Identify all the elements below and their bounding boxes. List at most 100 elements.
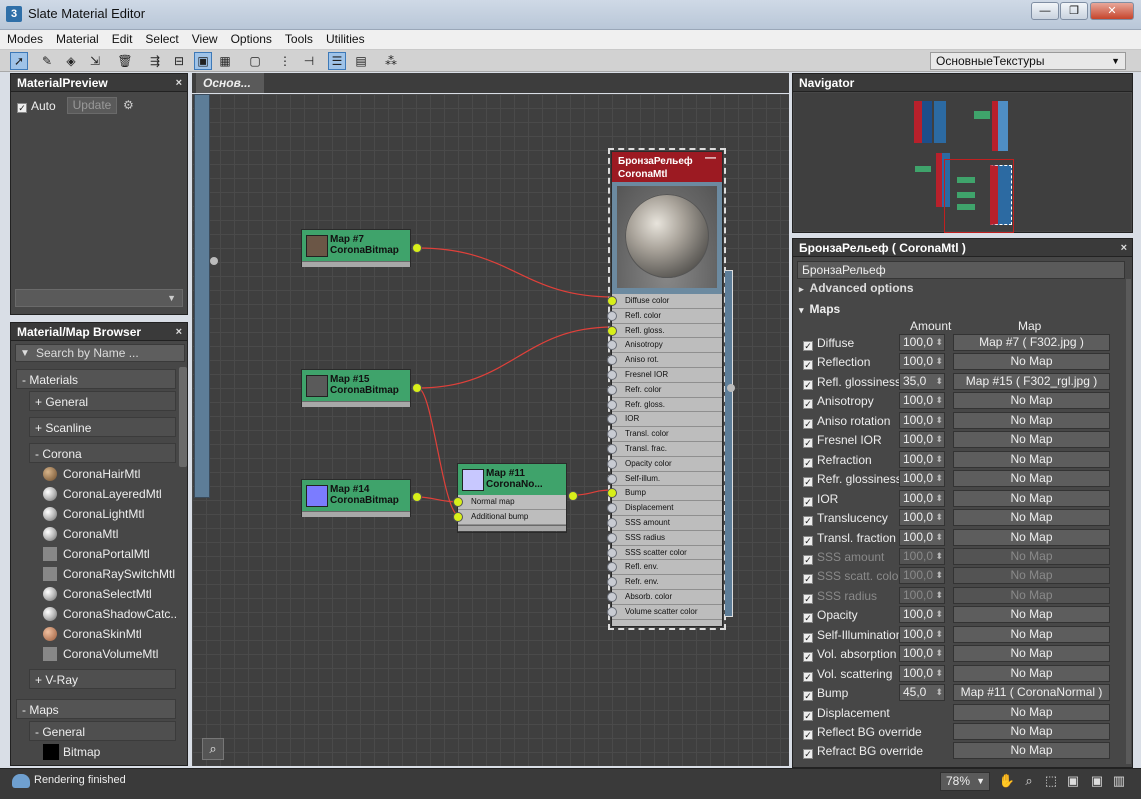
menu-material[interactable]: Material bbox=[49, 30, 105, 46]
enable-checkbox[interactable]: ✓ bbox=[803, 379, 813, 390]
map-button[interactable]: No Map bbox=[953, 664, 1110, 682]
map-button[interactable]: No Map bbox=[953, 567, 1110, 585]
list-item[interactable]: Bitmap bbox=[39, 742, 177, 762]
input-port[interactable] bbox=[607, 577, 617, 588]
enable-checkbox[interactable]: ✓ bbox=[803, 399, 813, 410]
view-dropdown[interactable]: ОсновныеТекстуры ▼ bbox=[930, 52, 1126, 70]
enable-checkbox[interactable]: ✓ bbox=[803, 691, 813, 702]
amount-spinner[interactable]: 100,0 bbox=[899, 547, 945, 565]
vray-group[interactable]: + V-Ray bbox=[29, 669, 176, 689]
output-socket[interactable] bbox=[727, 384, 735, 392]
amount-spinner[interactable]: 45,0 bbox=[899, 684, 945, 702]
map-button[interactable]: No Map bbox=[953, 392, 1110, 410]
material-map-browser-icon[interactable]: ☰ bbox=[328, 52, 346, 70]
material-slot[interactable]: SSS radius bbox=[607, 530, 722, 546]
minimize-icon[interactable]: — bbox=[705, 152, 716, 165]
map-button[interactable]: No Map bbox=[953, 411, 1110, 429]
list-item[interactable]: CoronaPortalMtl bbox=[39, 544, 177, 564]
enable-checkbox[interactable]: ✓ bbox=[803, 632, 813, 643]
enable-checkbox[interactable]: ✓ bbox=[803, 496, 813, 507]
material-slot[interactable]: Self-illum. bbox=[607, 471, 722, 487]
material-slot[interactable]: Anisotropy bbox=[607, 338, 722, 354]
input-port[interactable] bbox=[607, 517, 617, 528]
list-item[interactable]: CoronaMtl bbox=[39, 524, 177, 544]
output-port[interactable] bbox=[412, 383, 422, 393]
amount-spinner[interactable]: 100,0 bbox=[899, 489, 945, 507]
map-button[interactable]: No Map bbox=[953, 645, 1110, 663]
map-button[interactable]: No Map bbox=[953, 431, 1110, 449]
material-slot[interactable]: Refr. color bbox=[607, 382, 722, 398]
minimize-button[interactable]: — bbox=[1031, 2, 1059, 20]
amount-spinner[interactable]: 100,0 bbox=[899, 567, 945, 585]
material-slot[interactable]: SSS scatter color bbox=[607, 545, 722, 561]
scrollbar[interactable] bbox=[1126, 279, 1131, 764]
material-slot[interactable]: Absorb. color bbox=[607, 589, 722, 605]
menu-modes[interactable]: Modes bbox=[0, 30, 49, 46]
input-port[interactable] bbox=[607, 488, 617, 499]
amount-spinner[interactable]: 100,0 bbox=[899, 334, 945, 351]
enable-checkbox[interactable]: ✓ bbox=[803, 360, 813, 371]
material-slot[interactable]: Volume scatter color bbox=[607, 604, 722, 620]
input-port[interactable] bbox=[607, 384, 617, 395]
material-slot[interactable]: IOR bbox=[607, 412, 722, 428]
auto-checkbox[interactable]: ✓ Auto bbox=[17, 99, 56, 113]
material-slot[interactable]: Transl. frac. bbox=[607, 441, 722, 457]
maximize-button[interactable]: ❐ bbox=[1060, 2, 1088, 20]
slot-additional-bump[interactable]: Additional bump bbox=[453, 509, 566, 525]
enable-checkbox[interactable]: ✓ bbox=[803, 457, 813, 468]
menu-select[interactable]: Select bbox=[138, 30, 184, 46]
input-port[interactable] bbox=[607, 606, 617, 617]
map-button[interactable]: Map #7 ( F302.jpg ) bbox=[953, 334, 1110, 351]
map-button[interactable]: No Map bbox=[953, 723, 1110, 740]
map-button[interactable]: No Map bbox=[953, 509, 1110, 527]
output-port[interactable] bbox=[412, 492, 422, 502]
layout-children-icon[interactable]: ⋮ bbox=[276, 52, 294, 70]
amount-spinner[interactable]: 100,0 bbox=[899, 664, 945, 682]
eyedropper-icon[interactable]: ✎ bbox=[38, 52, 56, 70]
menu-utilities[interactable]: Utilities bbox=[319, 30, 371, 46]
input-port[interactable] bbox=[607, 355, 617, 366]
map-button[interactable]: No Map bbox=[953, 489, 1110, 507]
material-slot[interactable]: Diffuse color bbox=[607, 294, 722, 309]
map-button[interactable]: No Map bbox=[953, 625, 1110, 643]
input-port[interactable] bbox=[453, 497, 463, 507]
assign-material-icon[interactable]: ⇲ bbox=[86, 52, 104, 70]
pan-hand-icon[interactable]: ✋ bbox=[998, 772, 1016, 790]
enable-checkbox[interactable]: ✓ bbox=[803, 418, 813, 429]
node-map-15[interactable]: Map #15 CoronaBitmap bbox=[301, 369, 411, 407]
input-port[interactable] bbox=[607, 547, 617, 558]
material-name-field[interactable]: БронзаРельеф bbox=[797, 261, 1125, 279]
input-port[interactable] bbox=[607, 414, 617, 425]
select-tool-icon[interactable]: ➚ bbox=[10, 52, 28, 70]
enable-checkbox[interactable]: ✓ bbox=[803, 574, 813, 585]
navigator-view[interactable] bbox=[794, 93, 1131, 233]
amount-spinner[interactable]: 100,0 bbox=[899, 411, 945, 429]
node-map-7[interactable]: Map #7 CoronaBitmap bbox=[301, 229, 411, 267]
show-map-icon[interactable]: ▣ bbox=[194, 52, 212, 70]
hide-unused-icon[interactable]: ⊟ bbox=[170, 52, 188, 70]
amount-spinner[interactable]: 100,0 bbox=[899, 645, 945, 663]
close-icon[interactable]: × bbox=[1121, 239, 1127, 257]
enable-checkbox[interactable]: ✓ bbox=[803, 730, 813, 740]
material-slot[interactable]: Refr. gloss. bbox=[607, 397, 722, 413]
enable-checkbox[interactable]: ✓ bbox=[803, 535, 813, 546]
amount-spinner[interactable]: 100,0 bbox=[899, 528, 945, 546]
map-button[interactable]: No Map bbox=[953, 703, 1110, 721]
list-item[interactable]: CoronaSelectMtl bbox=[39, 584, 177, 604]
material-slot[interactable]: SSS amount bbox=[607, 515, 722, 531]
enable-checkbox[interactable]: ✓ bbox=[803, 710, 813, 721]
input-port[interactable] bbox=[607, 369, 617, 380]
map-button[interactable]: No Map bbox=[953, 450, 1110, 468]
list-item[interactable]: CoronaShadowCatc.. bbox=[39, 604, 177, 624]
enable-checkbox[interactable]: ✓ bbox=[803, 341, 813, 351]
enable-checkbox[interactable]: ✓ bbox=[803, 593, 813, 604]
slot-normal-map[interactable]: Normal map bbox=[453, 495, 566, 510]
layout-icon[interactable]: ▢ bbox=[246, 52, 264, 70]
node-map-14[interactable]: Map #14 CoronaBitmap bbox=[301, 479, 411, 517]
material-slot[interactable]: Fresnel IOR bbox=[607, 367, 722, 383]
update-button[interactable]: Update bbox=[67, 97, 117, 114]
toggle-panel-icon[interactable]: ▥ bbox=[1110, 772, 1128, 790]
layout-all-icon[interactable]: ⊣ bbox=[300, 52, 318, 70]
input-port[interactable] bbox=[607, 503, 617, 514]
list-item[interactable]: CoronaSkinMtl bbox=[39, 624, 177, 644]
